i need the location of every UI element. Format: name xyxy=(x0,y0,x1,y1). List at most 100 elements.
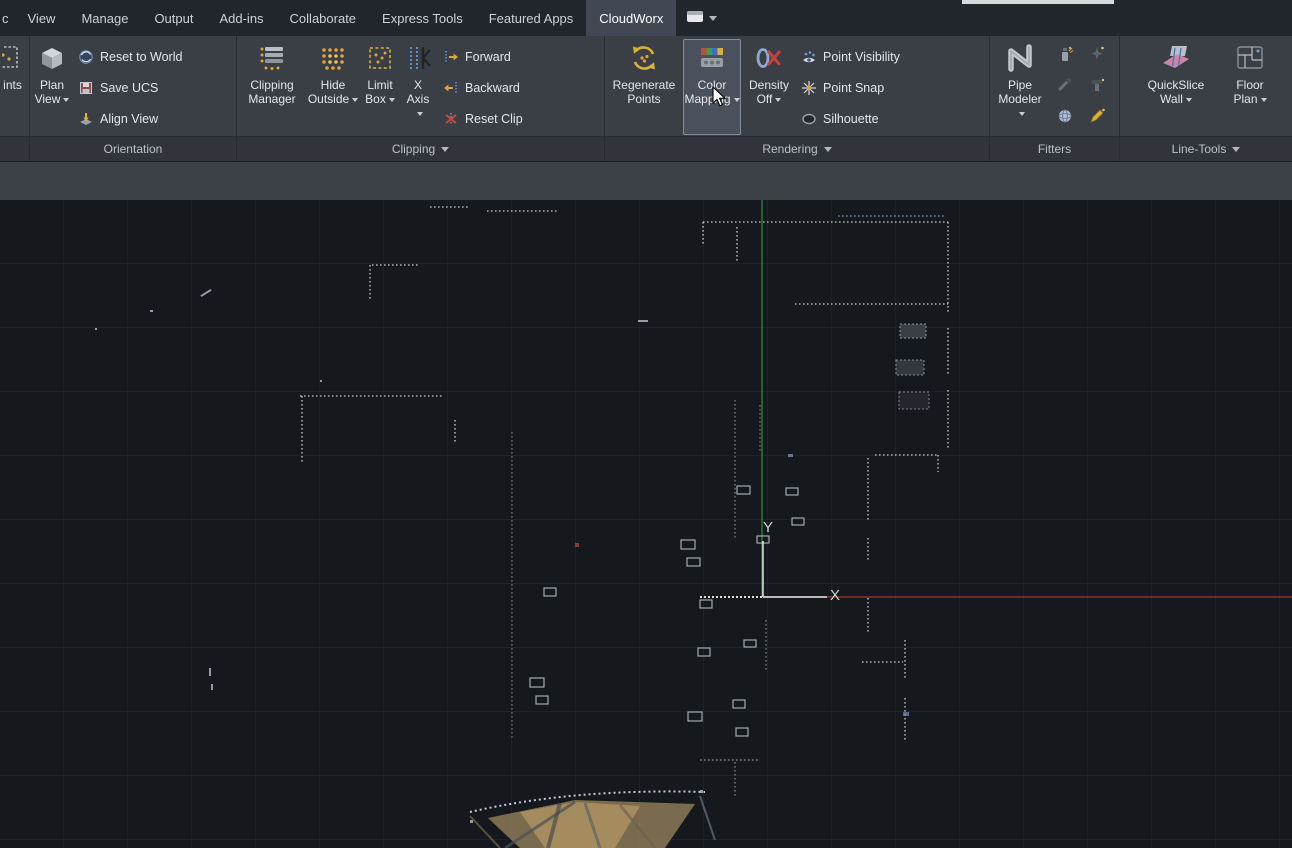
regenerate-points-button[interactable]: Regenerate Points xyxy=(609,39,679,135)
tab-manage[interactable]: Manage xyxy=(68,0,141,36)
tab-featured-apps[interactable]: Featured Apps xyxy=(476,0,587,36)
flyout-arrow[interactable] xyxy=(1261,98,1267,102)
save-ucs-button[interactable]: Save UCS xyxy=(72,72,187,103)
drawing-area-margin xyxy=(0,162,1292,200)
panel-flyout-arrow[interactable] xyxy=(441,147,449,152)
fitter-sparkle-button[interactable] xyxy=(1084,41,1110,71)
flyout-arrow[interactable] xyxy=(1186,98,1192,102)
panel-orientation: Plan View Reset to World Save UCS xyxy=(30,36,237,161)
panel-flyout-arrow[interactable] xyxy=(1232,147,1240,152)
reset-clip-label: Reset Clip xyxy=(465,112,523,126)
reset-to-world-button[interactable]: Reset to World xyxy=(72,41,187,72)
tab-truncated[interactable]: c xyxy=(0,0,15,36)
fitter-pencil-button[interactable] xyxy=(1084,103,1110,133)
flyout-arrow[interactable] xyxy=(352,98,358,102)
color-mapping-icon xyxy=(695,41,729,75)
truncated-label: ints xyxy=(3,78,22,92)
flyout-arrow[interactable] xyxy=(734,98,740,102)
flyout-arrow[interactable] xyxy=(1019,112,1025,116)
tab-add-ins[interactable]: Add-ins xyxy=(206,0,276,36)
forward-icon xyxy=(442,48,459,65)
regenerate-points-label: Regenerate Points xyxy=(613,78,676,106)
fitter-spray-button[interactable] xyxy=(1052,41,1078,71)
save-ucs-label: Save UCS xyxy=(100,81,158,95)
clipping-manager-icon xyxy=(255,41,289,75)
tab-view[interactable]: View xyxy=(15,0,69,36)
silhouette-icon xyxy=(800,110,817,127)
sparkle-icon xyxy=(1087,44,1107,69)
density-off-icon xyxy=(752,41,786,75)
flyout-arrow[interactable] xyxy=(417,112,423,116)
point-snap-icon xyxy=(800,79,817,96)
mouse-cursor xyxy=(712,86,728,108)
ucs-icon xyxy=(763,541,827,597)
truncated-button[interactable]: ints xyxy=(2,39,25,135)
ribbon-display-toggle[interactable] xyxy=(676,0,727,36)
x-axis-label: X Axis xyxy=(407,78,430,106)
backward-button[interactable]: Backward xyxy=(437,72,528,103)
hide-outside-icon xyxy=(316,41,350,75)
tab-collaborate[interactable]: Collaborate xyxy=(277,0,370,36)
panel-flyout-arrow[interactable] xyxy=(824,147,832,152)
panel-title-clipping: Clipping xyxy=(237,136,604,161)
density-off-button[interactable]: Density Off xyxy=(745,39,793,135)
reset-clip-button[interactable]: Reset Clip xyxy=(437,103,528,134)
pencil-icon xyxy=(1087,106,1107,131)
floor-plan-button[interactable]: Floor Plan xyxy=(1232,39,1268,135)
tab-output[interactable]: Output xyxy=(141,0,206,36)
panel-title-fitters: Fitters xyxy=(990,136,1119,161)
quickslice-wall-label: QuickSlice Wall xyxy=(1148,78,1205,106)
panel-clipping: Clipping Manager Hide Outside Limit Box xyxy=(237,36,605,161)
panel-fitters: Pipe Modeler Fitters xyxy=(990,36,1120,161)
panel-title-fitters-label: Fitters xyxy=(1038,142,1071,156)
tab-express-tools[interactable]: Express Tools xyxy=(369,0,476,36)
hide-outside-button[interactable]: Hide Outside xyxy=(307,39,359,135)
silhouette-label: Silhouette xyxy=(823,112,879,126)
clipping-manager-button[interactable]: Clipping Manager xyxy=(241,39,303,135)
hide-outside-label: Hide Outside xyxy=(308,78,349,106)
panel-title-clipping-label: Clipping xyxy=(392,142,435,156)
forward-label: Forward xyxy=(465,50,511,64)
point-cloud xyxy=(0,200,1292,848)
reset-clip-icon xyxy=(442,110,459,127)
point-visibility-label: Point Visibility xyxy=(823,50,900,64)
tool-icon xyxy=(1055,75,1075,100)
spray-icon xyxy=(1055,44,1075,69)
panel-cut: ints xyxy=(0,36,30,161)
drawing-viewport[interactable]: Y X xyxy=(0,200,1292,848)
panel-title-rendering: Rendering xyxy=(605,136,989,161)
pipe-modeler-label: Pipe Modeler xyxy=(998,78,1041,106)
align-view-button[interactable]: Align View xyxy=(72,103,187,134)
point-snap-button[interactable]: Point Snap xyxy=(795,72,905,103)
floor-plan-icon xyxy=(1233,41,1267,75)
chevron-down-icon xyxy=(709,16,717,21)
backward-icon xyxy=(442,79,459,96)
point-visibility-button[interactable]: Point Visibility xyxy=(795,41,905,72)
panel-title-orientation: Orientation xyxy=(30,136,236,161)
tab-cloudworx[interactable]: CloudWorx xyxy=(586,0,676,36)
pipe-modeler-button[interactable]: Pipe Modeler xyxy=(994,39,1046,135)
limit-box-button[interactable]: Limit Box xyxy=(363,39,397,135)
flyout-arrow[interactable] xyxy=(775,98,781,102)
limit-box-icon xyxy=(363,41,397,75)
flyout-arrow[interactable] xyxy=(389,98,395,102)
plan-view-button[interactable]: Plan View xyxy=(34,39,70,135)
globe-icon xyxy=(1055,106,1075,131)
reset-world-icon xyxy=(77,48,94,65)
x-axis-button[interactable]: X Axis xyxy=(401,39,435,135)
quickslice-wall-button[interactable]: QuickSlice Wall xyxy=(1144,39,1208,135)
fitter-globe-button[interactable] xyxy=(1052,103,1078,133)
dense-point-cloud xyxy=(470,791,715,848)
backward-label: Backward xyxy=(465,81,520,95)
align-view-label: Align View xyxy=(100,112,158,126)
fitter-tool-button[interactable] xyxy=(1052,72,1078,102)
plan-view-icon xyxy=(35,41,69,75)
density-off-label: Density Off xyxy=(749,78,789,106)
pipe-modeler-icon xyxy=(1003,41,1037,75)
flyout-arrow[interactable] xyxy=(63,98,69,102)
forward-button[interactable]: Forward xyxy=(437,41,528,72)
ribbon-state-icon xyxy=(686,10,704,26)
silhouette-button[interactable]: Silhouette xyxy=(795,103,905,134)
point-snap-label: Point Snap xyxy=(823,81,884,95)
fitter-fitting-button[interactable] xyxy=(1084,72,1110,102)
